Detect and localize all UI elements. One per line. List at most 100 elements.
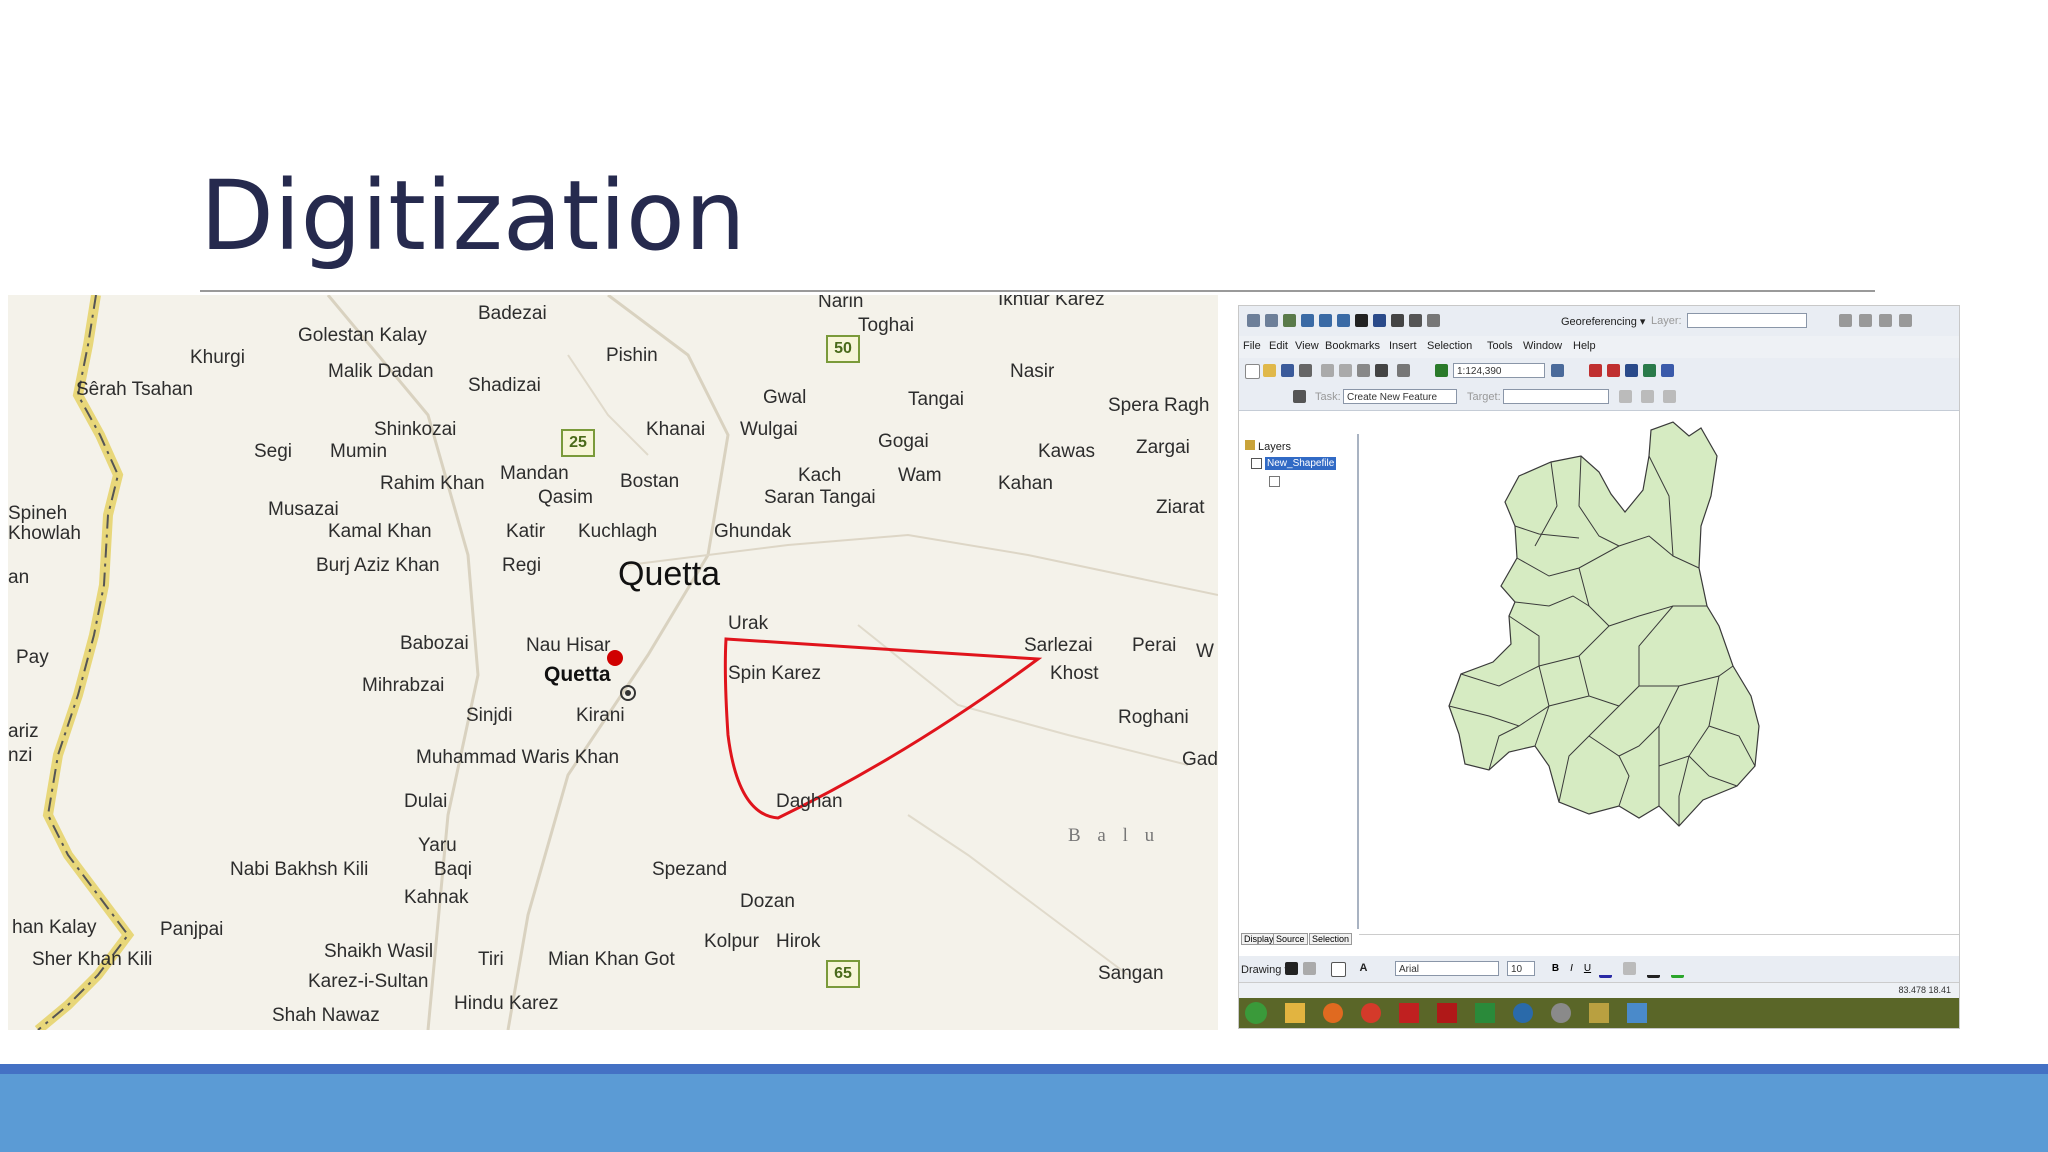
map-place: Mihrabzai [362, 675, 445, 696]
slide-title: Digitization [200, 160, 746, 272]
map-place: Khanai [646, 419, 706, 440]
tab-display[interactable]: Display [1241, 933, 1277, 945]
map-place: Ghundak [714, 521, 792, 542]
map-place: Mandan [500, 463, 569, 484]
map-place: han Kalay [12, 917, 97, 938]
map-place: Mumin [330, 441, 388, 462]
map-place: Roghani [1118, 707, 1189, 728]
fill-color-icon[interactable] [1623, 962, 1636, 975]
reference-map: 50 25 65 Quetta Badezai Narin Ikhtiar Ka… [8, 295, 1218, 1030]
map-place: Malik Dadan [328, 361, 434, 382]
map-place: Shah Nawaz [272, 1005, 380, 1026]
gis-drawing-toolbar: Drawing ▾ A Arial 10 B I U [1239, 956, 1959, 983]
map-place: Kahan [998, 473, 1053, 494]
map-place: Sangan [1098, 963, 1164, 984]
toc-tabs: Display Source Selection [1239, 931, 1357, 947]
map-place: Sêrah Tsahan [76, 379, 193, 400]
italic-icon[interactable]: I [1565, 962, 1578, 975]
tab-selection[interactable]: Selection [1309, 933, 1353, 945]
chrome-icon[interactable] [1361, 1003, 1381, 1023]
select-elements-icon[interactable] [1285, 962, 1298, 975]
rotate-icon[interactable] [1303, 962, 1316, 975]
map-place: Hirok [776, 931, 821, 952]
status-bar: 83.478 18.41 [1239, 982, 1959, 999]
map-place: Saran Tangai [764, 487, 876, 508]
map-place: Urak [728, 613, 769, 634]
title-divider [200, 290, 1875, 292]
firefox-icon[interactable] [1323, 1003, 1343, 1023]
map-place: Burj Aziz Khan [316, 555, 440, 576]
font-size-select[interactable]: 10 [1507, 961, 1535, 976]
map-place: nzi [8, 745, 33, 766]
settings-icon[interactable] [1551, 1003, 1571, 1023]
tab-source[interactable]: Source [1273, 933, 1308, 945]
map-place: Spineh [8, 503, 68, 524]
map-place: W [1196, 641, 1214, 662]
map-place: Bostan [620, 471, 680, 492]
map-city-label: Quetta [618, 555, 721, 593]
arcmap-icon[interactable] [1627, 1003, 1647, 1023]
font-select[interactable]: Arial [1395, 961, 1499, 976]
map-place: Sarlezai [1024, 635, 1093, 656]
drawing-menu[interactable]: Drawing ▾ [1241, 963, 1290, 976]
map-place: Tiri [478, 949, 504, 970]
map-place: Hindu Karez [454, 993, 559, 1014]
tool-icon[interactable] [1589, 1003, 1609, 1023]
windows-taskbar [1239, 998, 1959, 1028]
map-place: Nau Hisar [526, 635, 611, 656]
map-place: Segi [254, 441, 293, 462]
map-place: ariz [8, 721, 39, 742]
map-place: Spin Karez [728, 663, 821, 684]
map-place: Musazai [268, 499, 339, 520]
map-place: Yaru [418, 835, 457, 856]
map-place: Zargai [1136, 437, 1190, 458]
map-bold-label: Quetta [544, 663, 611, 686]
map-place: Katir [506, 521, 546, 542]
map-place: Pay [16, 647, 49, 668]
globe-icon[interactable] [1513, 1003, 1533, 1023]
map-place: Gad [1182, 749, 1218, 770]
map-place: Babozai [400, 633, 469, 654]
map-place: Shinkozai [374, 419, 457, 440]
map-place: Karez-i-Sultan [308, 971, 429, 992]
pdf-icon[interactable] [1399, 1003, 1419, 1023]
map-place: Kirani [576, 705, 625, 726]
map-place: Kach [798, 465, 842, 486]
map-place: Gwal [763, 387, 807, 408]
map-place: Wam [898, 465, 942, 486]
map-place: Panjpai [160, 919, 224, 940]
line-color-icon[interactable] [1647, 962, 1660, 978]
map-place: Regi [502, 555, 542, 576]
marker-color-icon[interactable] [1671, 962, 1684, 978]
map-place: Qasim [538, 487, 593, 508]
excel-icon[interactable] [1475, 1003, 1495, 1023]
map-place: Nabi Bakhsh Kili [230, 859, 369, 880]
text-icon[interactable]: A [1357, 962, 1370, 975]
map-place: Dozan [740, 891, 795, 912]
bold-icon[interactable]: B [1549, 962, 1562, 975]
font-color-icon[interactable] [1599, 962, 1612, 978]
map-place: Khurgi [190, 347, 245, 368]
map-place: Sher Khan Kili [32, 949, 153, 970]
view-controls [1359, 934, 1959, 947]
underline-icon[interactable]: U [1581, 962, 1594, 975]
map-place: Sinjdi [466, 705, 513, 726]
gis-map-view[interactable] [1239, 306, 1959, 1028]
map-place: Spezand [652, 859, 728, 880]
map-place: B a l u [1068, 825, 1161, 846]
map-place: Spera Ragh [1108, 395, 1210, 416]
map-place: Muhammad Waris Khan [416, 747, 620, 768]
map-place: Rahim Khan [380, 473, 485, 494]
map-place: Wulgai [740, 419, 798, 440]
map-place: Daghan [776, 791, 843, 812]
map-place: Khost [1050, 663, 1099, 684]
map-place: Gogai [878, 431, 929, 452]
acrobat-icon[interactable] [1437, 1003, 1457, 1023]
map-place: Baqi [434, 859, 473, 880]
gis-application-window: Georeferencing ▾ Layer: File Edit View B… [1238, 305, 1960, 1029]
rectangle-icon[interactable] [1331, 962, 1346, 977]
road-shield: 65 [826, 960, 860, 988]
start-orb-icon[interactable] [1245, 1002, 1267, 1024]
explorer-icon[interactable] [1285, 1003, 1305, 1023]
map-place: Narin [818, 295, 864, 312]
